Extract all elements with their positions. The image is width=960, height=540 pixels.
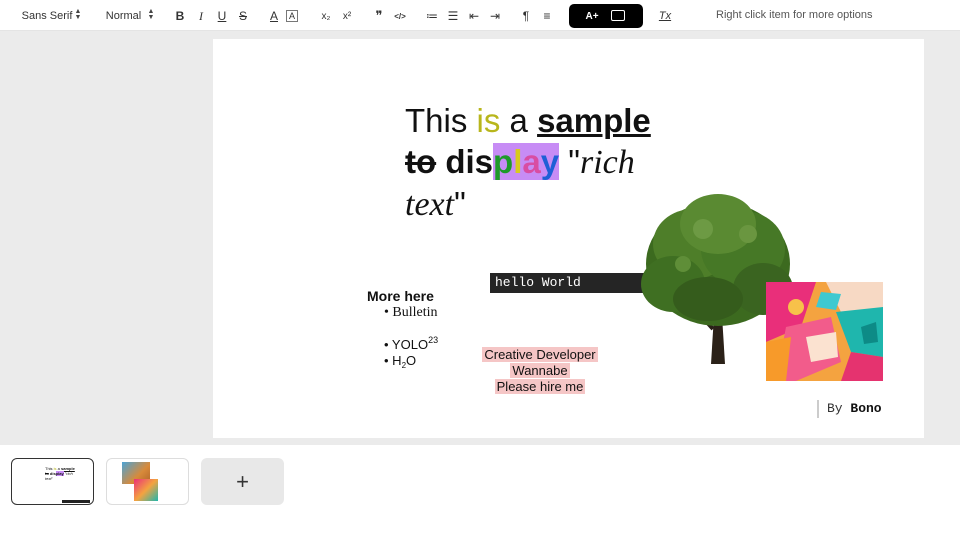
font-size-select[interactable]: Normal ▲ ▼ bbox=[92, 8, 155, 24]
font-family-value: Sans Serif bbox=[21, 10, 73, 22]
title-word: This bbox=[405, 102, 477, 139]
code-icon[interactable]: </> bbox=[391, 7, 409, 25]
add-image-icon[interactable] bbox=[611, 10, 625, 21]
slide-thumbnails: This is a sample to display "rich text" … bbox=[0, 445, 960, 540]
add-slide-button[interactable]: + bbox=[201, 458, 284, 505]
highlight-color-icon[interactable]: A bbox=[286, 10, 298, 22]
title-quote: " bbox=[454, 185, 466, 222]
title-letter: a bbox=[522, 143, 541, 180]
strikethrough-icon[interactable]: S bbox=[234, 7, 252, 25]
abstract-painting-image[interactable] bbox=[766, 282, 883, 381]
thumbnail-painting bbox=[134, 479, 158, 501]
title-word-italic: text bbox=[405, 186, 455, 223]
slide-thumbnail-2[interactable] bbox=[106, 458, 189, 505]
insert-group: A+ bbox=[569, 4, 643, 28]
context-hint: Right click item for more options bbox=[716, 9, 873, 21]
title-letter: p bbox=[493, 143, 514, 180]
byline-prefix: By bbox=[827, 401, 851, 416]
indent-icon[interactable]: ⇥ bbox=[486, 7, 504, 25]
text-direction-icon[interactable]: ¶ bbox=[517, 7, 535, 25]
thumbnail-text: rich bbox=[66, 471, 73, 476]
thumbnail-code-box bbox=[62, 500, 90, 503]
thumbnail-text: " bbox=[51, 476, 53, 481]
title-word-italic: rich bbox=[579, 144, 635, 181]
slide-canvas[interactable]: This is a sample to display "rich text" … bbox=[213, 39, 924, 438]
toolbar: Sans Serif ▲ ▼ Normal ▲ ▼ B I U S A A x₂ x… bbox=[0, 0, 960, 31]
title-quote: " bbox=[559, 143, 580, 180]
superscript-icon[interactable]: x² bbox=[338, 7, 356, 25]
title-word-struck: to bbox=[405, 143, 437, 180]
select-arrows-icon: ▲ ▼ bbox=[74, 8, 82, 21]
align-icon[interactable]: ≡ bbox=[538, 7, 556, 25]
creative-line: Wannabe bbox=[510, 363, 570, 378]
title-word-underlined: sample bbox=[537, 102, 651, 139]
ordered-list-icon[interactable]: ≔ bbox=[423, 7, 441, 25]
bullet-item[interactable]: • H2O bbox=[384, 353, 416, 370]
bullet-text: • H bbox=[384, 353, 402, 368]
underline-icon[interactable]: U bbox=[213, 7, 231, 25]
bold-icon[interactable]: B bbox=[171, 7, 189, 25]
bullet-text: • YOLO bbox=[384, 337, 429, 352]
bullet-list-icon[interactable]: ☰ bbox=[444, 7, 462, 25]
bullet-item[interactable]: • Bulletin bbox=[384, 305, 438, 321]
text-color-icon[interactable]: A bbox=[265, 7, 283, 25]
workspace: This is a sample to display "rich text" … bbox=[0, 31, 960, 445]
superscript-text: 23 bbox=[428, 335, 439, 345]
bullet-item[interactable]: • YOLO23 bbox=[384, 335, 438, 352]
blockquote-icon[interactable]: ❞ bbox=[370, 7, 388, 25]
font-size-value: Normal bbox=[105, 10, 142, 22]
title-letter: y bbox=[540, 143, 560, 180]
title-word-highlighted: play bbox=[493, 143, 560, 180]
title-word: a bbox=[500, 102, 538, 139]
outdent-icon[interactable]: ⇤ bbox=[465, 7, 483, 25]
more-here-heading[interactable]: More here bbox=[367, 288, 434, 304]
slide-thumbnail-1[interactable]: This is a sample to display "rich text" bbox=[11, 458, 94, 505]
select-arrows-icon: ▲ ▼ bbox=[147, 8, 155, 21]
byline-name: Bono bbox=[850, 401, 882, 416]
italic-icon[interactable]: I bbox=[192, 7, 210, 25]
byline[interactable]: By Bono bbox=[817, 400, 882, 418]
title-word-bold: dis bbox=[436, 143, 494, 180]
title-word-colored: is bbox=[476, 102, 501, 139]
add-text-icon[interactable]: A+ bbox=[583, 7, 601, 25]
thumbnail-title: This is a sample to display "rich text" bbox=[45, 466, 75, 481]
creative-line: Please hire me bbox=[494, 379, 586, 394]
bullet-text: O bbox=[406, 353, 417, 368]
clear-format-icon[interactable]: Tx bbox=[656, 7, 674, 25]
creative-text-box[interactable]: Creative Developer Wannabe Please hire m… bbox=[470, 347, 610, 395]
title-letter: l bbox=[513, 143, 523, 180]
font-family-select[interactable]: Sans Serif ▲ ▼ bbox=[12, 8, 82, 24]
subscript-icon[interactable]: x₂ bbox=[317, 7, 335, 25]
creative-line: Creative Developer bbox=[482, 347, 598, 362]
